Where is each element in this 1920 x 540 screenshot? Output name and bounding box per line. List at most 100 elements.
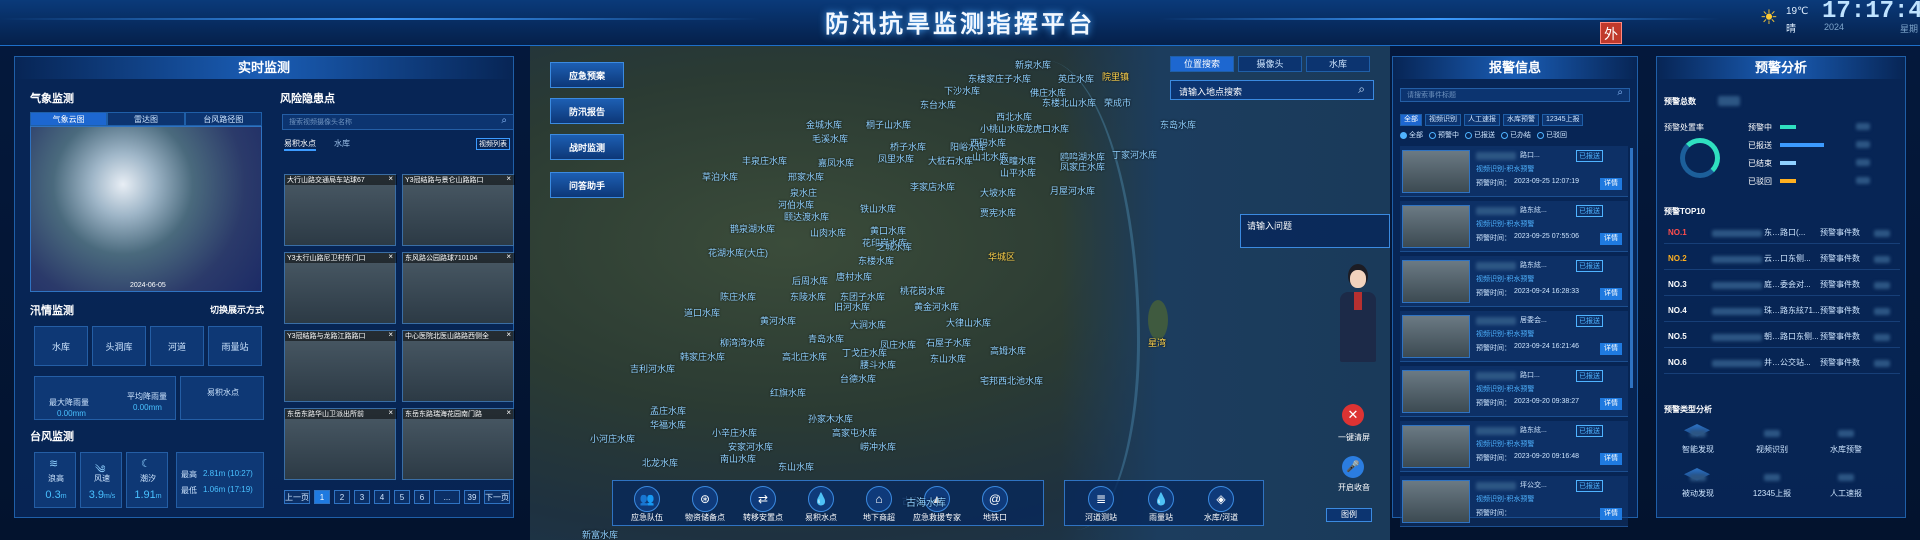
detail-button[interactable]: 详情 xyxy=(1600,398,1622,410)
map-place-label[interactable]: 邢家水库 xyxy=(788,170,824,183)
easy-water-box[interactable]: 易积水点 xyxy=(180,376,264,420)
page-button[interactable]: ... xyxy=(434,490,460,504)
map-place-label[interactable]: 月屋河水库 xyxy=(1050,184,1095,197)
map-place-label[interactable]: 金城水库 xyxy=(806,118,842,131)
detail-button[interactable]: 详情 xyxy=(1600,453,1622,465)
map-place-label[interactable]: 黄金河水库 xyxy=(914,300,959,313)
map-place-label[interactable]: 崂冲水库 xyxy=(860,440,896,453)
alert-row[interactable]: 路口... 已报送 视频识别-积水预警 预警时间： 2023-09-20 09:38:2… xyxy=(1400,366,1628,417)
rank-row[interactable]: NO.1 东…路口(... 预警事件数 xyxy=(1664,222,1900,244)
bottom-icon-2[interactable]: ⇄ xyxy=(750,486,776,512)
map-place-label[interactable]: 大桩石水库 xyxy=(928,154,973,167)
rank-row[interactable]: NO.2 云…口东侧... 预警事件数 xyxy=(1664,248,1900,270)
bottom-item-label[interactable]: 应急队伍 xyxy=(620,512,674,523)
alert-search-input[interactable]: 请搜索事件标题 ⌕ xyxy=(1400,87,1630,102)
map-place-label[interactable]: 大坡水库 xyxy=(980,186,1016,199)
map-place-label[interactable]: 西码水库 xyxy=(970,136,1006,149)
map-place-label[interactable]: 大律山水库 xyxy=(946,316,991,329)
map-place-label[interactable]: 东岛水库 xyxy=(1160,118,1196,131)
bottom-icon-4[interactable]: ⌂ xyxy=(866,486,892,512)
bottom-item-label[interactable]: 应急救援专家 xyxy=(910,512,964,523)
qa-assistant-button[interactable]: 问答助手 xyxy=(550,172,624,198)
camera-feed[interactable]: 东岳东路华山卫派出所前 × xyxy=(284,408,397,480)
tab-reservoir-map[interactable]: 水库 xyxy=(1306,56,1370,72)
search-icon[interactable]: ⌕ xyxy=(1358,82,1365,97)
map-place-label[interactable]: 吉利河水库 xyxy=(630,362,675,375)
close-icon[interactable]: × xyxy=(388,252,393,261)
alert-row[interactable]: 路东絃... 已报送 视频识别-积水预警 预警时间： 2023-09-25 07:55:… xyxy=(1400,201,1628,252)
search-icon[interactable]: ⌕ xyxy=(501,115,507,126)
map-place-label[interactable]: 后周水库 xyxy=(792,274,828,287)
wartime-monitor-button[interactable]: 战时监测 xyxy=(550,134,624,160)
alert-filter-tab[interactable]: 全部 xyxy=(1400,114,1422,126)
map-place-label[interactable]: 草泊水库 xyxy=(702,170,738,183)
map-place-label[interactable]: 腰斗水库 xyxy=(860,358,896,371)
search-icon[interactable]: ⌕ xyxy=(1617,87,1623,98)
camera-feed[interactable]: 东风路公园路球710104 × xyxy=(402,252,515,324)
map-place-label[interactable]: 李家店水库 xyxy=(910,180,955,193)
camera-feed[interactable]: 中心医院北医山路路西侧全 × xyxy=(402,330,515,402)
alert-row[interactable]: 坪公交... 已报送 视频识别-积水预警 预警时间： 详情 xyxy=(1400,476,1628,527)
close-icon[interactable]: × xyxy=(506,330,511,339)
map-place-label[interactable]: 花湖水库(大庄) xyxy=(708,246,768,259)
map-place-label[interactable]: 新富水库 xyxy=(582,528,618,540)
type-label[interactable]: 水库预警 xyxy=(1818,444,1874,455)
alert-state-radio[interactable]: 预警中 xyxy=(1429,130,1459,140)
camera-feed[interactable]: 大行山路交通局车站球67 × xyxy=(284,174,397,246)
map-place-label[interactable]: 台德水库 xyxy=(840,372,876,385)
detail-button[interactable]: 详情 xyxy=(1600,508,1622,520)
map-place-label[interactable]: 贾宪水库 xyxy=(980,206,1016,219)
map-place-label[interactable]: 孟庄水库 xyxy=(650,404,686,417)
detail-button[interactable]: 详情 xyxy=(1600,288,1622,300)
alert-row[interactable]: 路东絃... 已报送 视频识别-积水预警 预警时间： 2023-09-24 16:28:… xyxy=(1400,256,1628,307)
map-place-label[interactable]: 唐村水库 xyxy=(836,270,872,283)
map-place-label[interactable]: 东台水库 xyxy=(920,98,956,111)
map-place-label[interactable]: 东山水库 xyxy=(930,352,966,365)
map-place-label[interactable]: 黄河水库 xyxy=(760,314,796,327)
map-place-label[interactable]: 南山水库 xyxy=(720,452,756,465)
bottom-item-label[interactable]: 易积水点 xyxy=(794,512,848,523)
alert-thumbnail[interactable] xyxy=(1402,205,1470,248)
qa-input[interactable]: 请输入问题 xyxy=(1240,214,1390,248)
page-button[interactable]: 2 xyxy=(334,490,350,504)
bottom-icon2-2[interactable]: ◈ xyxy=(1208,486,1234,512)
map-place-label[interactable]: 颐达渡水库 xyxy=(784,210,829,223)
page-button[interactable]: 上一页 xyxy=(284,490,310,504)
radio-icon[interactable] xyxy=(1501,131,1508,139)
tab-location-search[interactable]: 位置搜索 xyxy=(1170,56,1234,72)
page-button[interactable]: 4 xyxy=(374,490,390,504)
map-place-label[interactable]: 小辛庄水库 xyxy=(712,426,757,439)
type-label[interactable]: 视频识别 xyxy=(1744,444,1800,455)
type-label[interactable]: 人工速报 xyxy=(1818,488,1874,499)
risk-search-input[interactable]: 搜索视频摄像头名称 ⌕ xyxy=(282,114,514,130)
detail-button[interactable]: 详情 xyxy=(1600,343,1622,355)
flood-report-button[interactable]: 防汛报告 xyxy=(550,98,624,124)
map-place-label[interactable]: 星湾 xyxy=(1148,336,1166,349)
map-search-input[interactable]: 请输入地点搜索 ⌕ xyxy=(1170,80,1374,100)
map-place-label[interactable]: 鹊泉湖水库 xyxy=(730,222,775,235)
map-place-label[interactable]: 东山水库 xyxy=(778,460,814,473)
map-place-label[interactable]: 旧河水库 xyxy=(834,300,870,313)
alert-row[interactable]: 居委会... 已报送 视频识别-积水预警 预警时间： 2023-09-24 16:21:… xyxy=(1400,311,1628,362)
bottom-item-label[interactable]: 地铁口 xyxy=(968,512,1022,523)
legend-button[interactable]: 图例 xyxy=(1326,508,1372,522)
bottom-item2-label[interactable]: 雨量站 xyxy=(1132,512,1190,523)
switch-display-button[interactable]: 切换展示方式 xyxy=(210,303,264,316)
ai-assistant-avatar[interactable] xyxy=(1330,264,1386,390)
map-place-label[interactable]: 小河庄水库 xyxy=(590,432,635,445)
clear-screen-icon[interactable]: ✕ xyxy=(1342,404,1364,426)
page-button[interactable]: 39 xyxy=(464,490,480,504)
alert-thumbnail[interactable] xyxy=(1402,425,1470,468)
page-button[interactable]: 3 xyxy=(354,490,370,504)
alert-thumbnail[interactable] xyxy=(1402,370,1470,413)
microphone-icon[interactable]: 🎤 xyxy=(1342,456,1364,478)
page-button[interactable]: 5 xyxy=(394,490,410,504)
map-place-label[interactable]: 东陵水库 xyxy=(790,290,826,303)
rank-row[interactable]: NO.3 庭…委会对... 预警事件数 xyxy=(1664,274,1900,296)
bottom-icon2-1[interactable]: 💧 xyxy=(1148,486,1174,512)
alert-filter-tab[interactable]: 水库预警 xyxy=(1503,114,1539,126)
alert-state-radio[interactable]: 全部 xyxy=(1400,130,1423,140)
type-label[interactable]: 被动发现 xyxy=(1670,488,1726,499)
close-icon[interactable]: × xyxy=(388,174,393,183)
tab-typhoon-path[interactable]: 台风路径图 xyxy=(184,112,262,126)
